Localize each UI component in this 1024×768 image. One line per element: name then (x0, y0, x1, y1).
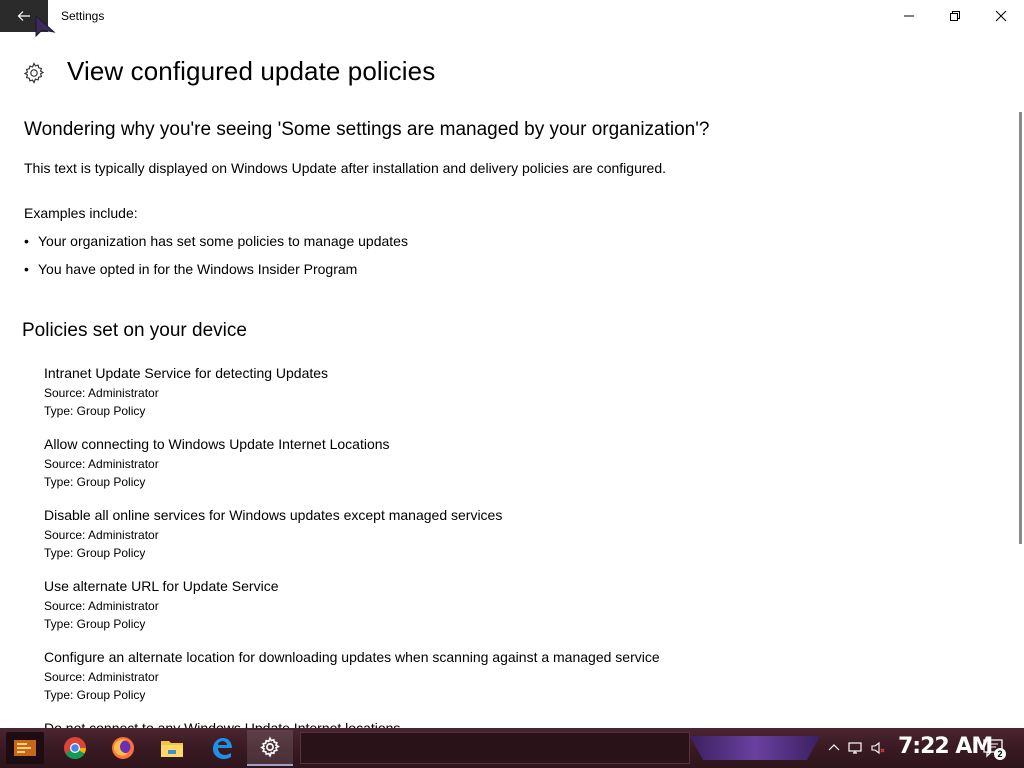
start-button[interactable] (6, 732, 44, 764)
policy-type: Type: Group Policy (44, 475, 146, 489)
policy-source: Source: Administrator (44, 457, 159, 471)
policy-type: Type: Group Policy (44, 617, 146, 631)
taskbar-decoration-accent (690, 736, 820, 760)
policy-name: Intranet Update Service for detecting Up… (44, 365, 329, 381)
policy-source: Source: Administrator (44, 670, 159, 684)
edge-icon (213, 738, 232, 759)
chevron-up-icon[interactable] (826, 740, 842, 756)
chrome-icon (64, 737, 86, 759)
taskbar-firefox[interactable] (100, 730, 146, 766)
taskbar-clock[interactable]: 7:22 AM (898, 734, 993, 759)
notification-badge: 2 (994, 748, 1006, 760)
policy-source: Source: Administrator (44, 528, 159, 542)
minimize-icon (904, 15, 914, 17)
intro-description: This text is typically displayed on Wind… (24, 160, 666, 176)
main-content: Wondering why you're seeing 'Some settin… (0, 100, 1018, 728)
file-explorer-icon (161, 741, 183, 757)
mouse-cursor-icon (35, 14, 56, 38)
settings-icon (260, 736, 280, 758)
maximize-button[interactable] (932, 0, 978, 32)
taskbar-edge[interactable] (199, 730, 245, 766)
app-title: Settings (61, 9, 105, 23)
minimize-button[interactable] (886, 0, 932, 32)
gear-icon (23, 62, 45, 84)
policy-name: Allow connecting to Windows Update Inter… (44, 436, 390, 452)
policy-name: Disable all online services for Windows … (44, 507, 503, 523)
back-arrow-icon (17, 11, 30, 21)
page-header: View configured update policies (0, 52, 1000, 96)
taskbar-settings[interactable] (247, 730, 293, 766)
close-button[interactable] (978, 0, 1024, 32)
network-icon[interactable] (847, 740, 863, 756)
example-item: • You have opted in for the Windows Insid… (24, 261, 358, 277)
firefox-icon (112, 737, 134, 759)
page-title: View configured update policies (67, 56, 436, 86)
policy-name: Configure an alternate location for down… (44, 649, 660, 665)
policy-source: Source: Administrator (44, 599, 159, 613)
taskbar: 7:22 AM 2 (0, 728, 1024, 768)
policy-type: Type: Group Policy (44, 404, 146, 418)
title-bar: Settings (0, 0, 1024, 32)
policy-name: Do not connect to any Windows Update Int… (44, 720, 401, 728)
intro-heading: Wondering why you're seeing 'Some settin… (24, 119, 710, 140)
policy-name: Use alternate URL for Update Service (44, 578, 279, 594)
examples-label: Examples include: (24, 205, 138, 221)
volume-muted-icon[interactable] (870, 740, 886, 756)
policy-source: Source: Administrator (44, 386, 159, 400)
taskbar-decoration (300, 732, 690, 764)
maximize-icon (950, 11, 960, 21)
example-item: • Your organization has set some policies… (24, 233, 408, 249)
start-icon (14, 740, 36, 756)
taskbar-file-explorer[interactable] (149, 730, 195, 766)
policy-type: Type: Group Policy (44, 688, 146, 702)
policies-heading: Policies set on your device (22, 320, 247, 341)
taskbar-chrome[interactable] (52, 730, 98, 766)
policy-type: Type: Group Policy (44, 546, 146, 560)
scrollbar-thumb[interactable] (1019, 112, 1022, 544)
close-icon (995, 10, 1007, 22)
